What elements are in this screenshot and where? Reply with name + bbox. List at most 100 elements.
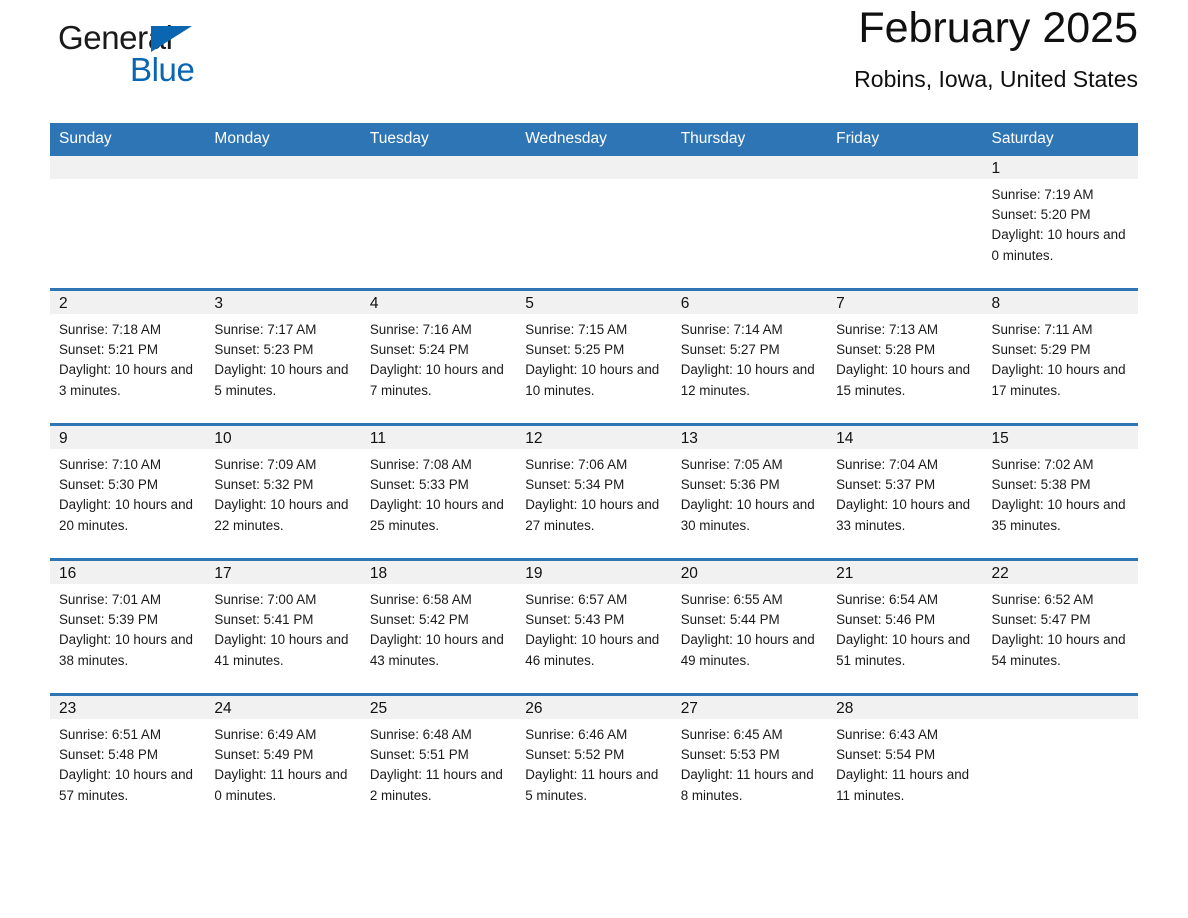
weekday-header-wednesday: Wednesday — [516, 123, 672, 156]
sunrise-text: Sunrise: 6:52 AM — [991, 592, 1094, 607]
day-number: 25 — [360, 696, 517, 719]
day-detail: Sunrise: 6:49 AM Sunset: 5:49 PM Daylight:… — [205, 719, 360, 806]
calendar-day-cell[interactable]: 15 Sunrise: 7:02 AM Sunset: 5:38 PM Dayligh… — [982, 423, 1138, 560]
day-number: 15 — [982, 426, 1138, 449]
calendar-day-cell[interactable]: 9 Sunrise: 7:10 AM Sunset: 5:30 PM Daylight… — [50, 423, 206, 560]
page-title: February 2025 — [858, 4, 1138, 52]
weekday-header-sunday: Sunday — [50, 123, 206, 156]
daylight-text: Daylight: 11 hours and 2 minutes. — [369, 767, 503, 803]
calendar-day-cell[interactable]: 8 Sunrise: 7:11 AM Sunset: 5:29 PM Daylight… — [982, 288, 1138, 425]
daylight-text: Daylight: 10 hours and 33 minutes. — [836, 497, 971, 533]
sunrise-text: Sunrise: 6:49 AM — [214, 727, 317, 742]
sunrise-text: Sunrise: 6:43 AM — [836, 727, 939, 742]
calendar-day-cell[interactable]: 10 Sunrise: 7:09 AM Sunset: 5:32 PM Dayligh… — [205, 423, 361, 560]
sunrise-text: Sunrise: 7:09 AM — [214, 457, 317, 472]
daylight-text: Daylight: 10 hours and 10 minutes. — [525, 362, 660, 398]
calendar-day-cell[interactable]: 23 Sunrise: 6:51 AM Sunset: 5:48 PM Dayligh… — [50, 693, 206, 828]
calendar-day-cell-empty — [982, 693, 1138, 828]
daylight-text: Daylight: 10 hours and 30 minutes. — [680, 497, 815, 533]
calendar-day-cell[interactable]: 20 Sunrise: 6:55 AM Sunset: 5:44 PM Dayligh… — [671, 558, 828, 695]
day-detail: Sunrise: 6:46 AM Sunset: 5:52 PM Daylight:… — [516, 719, 671, 806]
daylight-text: Daylight: 10 hours and 27 minutes. — [525, 497, 660, 533]
day-detail: Sunrise: 7:01 AM Sunset: 5:39 PM Daylight:… — [50, 584, 205, 671]
calendar-day-cell[interactable]: 17 Sunrise: 7:00 AM Sunset: 5:41 PM Dayligh… — [205, 558, 361, 695]
day-number: 12 — [516, 426, 672, 449]
day-detail: Sunrise: 7:08 AM Sunset: 5:33 PM Daylight:… — [361, 449, 516, 536]
sunrise-text: Sunrise: 7:17 AM — [214, 322, 317, 337]
calendar-page: General Blue February 2025 Robins, Iowa,… — [0, 0, 1188, 918]
daylight-text: Daylight: 10 hours and 25 minutes. — [369, 497, 504, 533]
day-number: 14 — [827, 426, 983, 449]
day-detail: Sunrise: 6:55 AM Sunset: 5:44 PM Daylight:… — [672, 584, 827, 671]
sunrise-text: Sunrise: 7:15 AM — [525, 322, 628, 337]
day-detail: Sunrise: 6:51 AM Sunset: 5:48 PM Daylight:… — [50, 719, 205, 806]
calendar-body: 1 Sunrise: 7:19 AM Sunset: 5:20 PM Daylight… — [50, 156, 1138, 828]
sunset-text: Sunset: 5:27 PM — [680, 342, 780, 358]
calendar-day-cell[interactable]: 22 Sunrise: 6:52 AM Sunset: 5:47 PM Dayligh… — [982, 558, 1138, 695]
sunrise-text: Sunrise: 7:13 AM — [836, 322, 939, 337]
daylight-text: Daylight: 11 hours and 0 minutes. — [214, 767, 348, 803]
sunset-text: Sunset: 5:53 PM — [680, 747, 780, 763]
day-detail: Sunrise: 6:57 AM Sunset: 5:43 PM Daylight:… — [516, 584, 671, 671]
calendar-day-cell[interactable]: 4 Sunrise: 7:16 AM Sunset: 5:24 PM Daylight… — [360, 288, 517, 425]
calendar-day-cell[interactable]: 12 Sunrise: 7:06 AM Sunset: 5:34 PM Dayligh… — [516, 423, 672, 560]
day-detail: Sunrise: 6:52 AM Sunset: 5:47 PM Daylight:… — [983, 584, 1138, 671]
calendar-day-cell[interactable]: 1 Sunrise: 7:19 AM Sunset: 5:20 PM Daylight… — [982, 156, 1138, 290]
sunset-text: Sunset: 5:36 PM — [680, 477, 780, 493]
calendar-day-cell-empty — [205, 156, 361, 290]
calendar-day-cell[interactable]: 25 Sunrise: 6:48 AM Sunset: 5:51 PM Dayligh… — [360, 693, 517, 828]
day-number: 27 — [671, 696, 828, 719]
calendar-day-cell[interactable]: 24 Sunrise: 6:49 AM Sunset: 5:49 PM Dayligh… — [205, 693, 361, 828]
sunrise-text: Sunrise: 6:51 AM — [59, 727, 161, 742]
sunset-text: Sunset: 5:33 PM — [369, 477, 469, 493]
day-number: 16 — [50, 561, 206, 584]
day-detail: Sunrise: 7:04 AM Sunset: 5:37 PM Daylight:… — [827, 449, 982, 536]
daylight-text: Daylight: 10 hours and 41 minutes. — [214, 632, 349, 668]
day-detail: Sunrise: 7:14 AM Sunset: 5:27 PM Daylight:… — [672, 314, 827, 401]
calendar-day-cell[interactable]: 27 Sunrise: 6:45 AM Sunset: 5:53 PM Dayligh… — [671, 693, 828, 828]
day-detail: Sunrise: 7:05 AM Sunset: 5:36 PM Daylight:… — [672, 449, 827, 536]
day-number: 1 — [982, 156, 1138, 179]
daylight-text: Daylight: 10 hours and 20 minutes. — [59, 497, 193, 533]
sunrise-text: Sunrise: 6:46 AM — [525, 727, 628, 742]
day-number: 8 — [982, 291, 1138, 314]
daylight-text: Daylight: 10 hours and 17 minutes. — [991, 362, 1126, 398]
calendar-week-row: 23 Sunrise: 6:51 AM Sunset: 5:48 PM Dayligh… — [50, 693, 1138, 828]
day-number — [50, 156, 206, 179]
day-number: 3 — [205, 291, 361, 314]
day-number: 5 — [516, 291, 672, 314]
calendar-day-cell[interactable]: 7 Sunrise: 7:13 AM Sunset: 5:28 PM Daylight… — [827, 288, 983, 425]
location-subtitle: Robins, Iowa, United States — [854, 66, 1138, 93]
general-blue-logo[interactable]: General Blue — [50, 15, 240, 93]
calendar-day-cell[interactable]: 13 Sunrise: 7:05 AM Sunset: 5:36 PM Dayligh… — [671, 423, 828, 560]
calendar-day-cell-empty — [827, 156, 983, 290]
daylight-text: Daylight: 11 hours and 8 minutes. — [680, 767, 814, 803]
daylight-text: Daylight: 10 hours and 51 minutes. — [836, 632, 971, 668]
day-number: 7 — [827, 291, 983, 314]
calendar-day-cell[interactable]: 2 Sunrise: 7:18 AM Sunset: 5:21 PM Daylight… — [50, 288, 206, 425]
calendar-day-cell[interactable]: 26 Sunrise: 6:46 AM Sunset: 5:52 PM Dayligh… — [516, 693, 672, 828]
calendar-week-row: 9 Sunrise: 7:10 AM Sunset: 5:30 PM Daylight… — [50, 423, 1138, 560]
day-number — [516, 156, 672, 179]
sunrise-text: Sunrise: 7:04 AM — [836, 457, 939, 472]
calendar-day-cell[interactable]: 18 Sunrise: 6:58 AM Sunset: 5:42 PM Dayligh… — [360, 558, 517, 695]
sunset-text: Sunset: 5:41 PM — [214, 612, 314, 628]
sunrise-text: Sunrise: 7:08 AM — [369, 457, 472, 472]
calendar-day-cell[interactable]: 11 Sunrise: 7:08 AM Sunset: 5:33 PM Dayligh… — [360, 423, 517, 560]
calendar-day-cell[interactable]: 19 Sunrise: 6:57 AM Sunset: 5:43 PM Dayligh… — [516, 558, 672, 695]
calendar-day-cell[interactable]: 21 Sunrise: 6:54 AM Sunset: 5:46 PM Dayligh… — [827, 558, 983, 695]
day-number: 21 — [827, 561, 983, 584]
calendar-week-row: 16 Sunrise: 7:01 AM Sunset: 5:39 PM Dayligh… — [50, 558, 1138, 695]
calendar-day-cell[interactable]: 28 Sunrise: 6:43 AM Sunset: 5:54 PM Dayligh… — [827, 693, 983, 828]
calendar-day-cell[interactable]: 14 Sunrise: 7:04 AM Sunset: 5:37 PM Dayligh… — [827, 423, 983, 560]
day-detail: Sunrise: 7:11 AM Sunset: 5:29 PM Daylight:… — [983, 314, 1138, 401]
daylight-text: Daylight: 10 hours and 15 minutes. — [836, 362, 971, 398]
calendar-day-cell[interactable]: 16 Sunrise: 7:01 AM Sunset: 5:39 PM Dayligh… — [50, 558, 206, 695]
calendar-day-cell[interactable]: 6 Sunrise: 7:14 AM Sunset: 5:27 PM Daylight… — [671, 288, 828, 425]
daylight-text: Daylight: 10 hours and 12 minutes. — [680, 362, 815, 398]
daylight-text: Daylight: 10 hours and 7 minutes. — [369, 362, 504, 398]
day-number — [982, 696, 1138, 719]
calendar-day-cell[interactable]: 3 Sunrise: 7:17 AM Sunset: 5:23 PM Daylight… — [205, 288, 361, 425]
daylight-text: Daylight: 10 hours and 46 minutes. — [525, 632, 660, 668]
calendar-day-cell[interactable]: 5 Sunrise: 7:15 AM Sunset: 5:25 PM Daylight… — [516, 288, 672, 425]
